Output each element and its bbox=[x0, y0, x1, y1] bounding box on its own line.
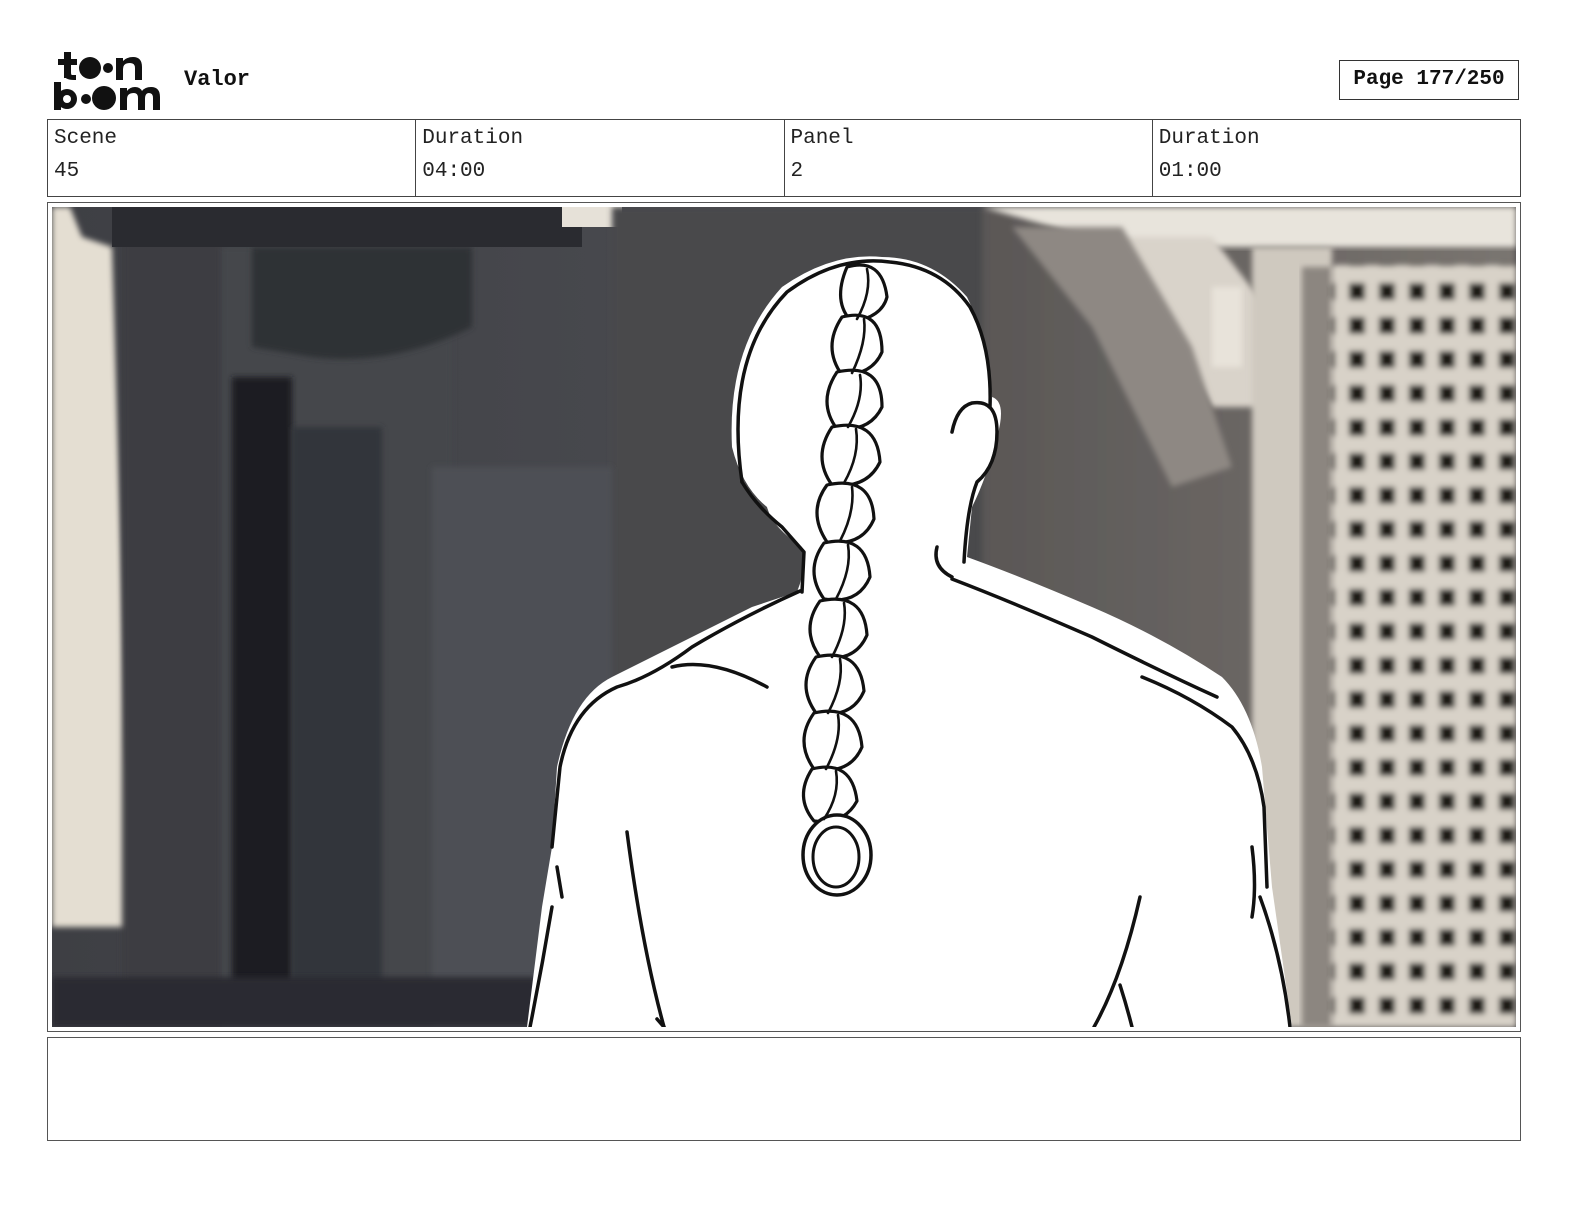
project-title: Valor bbox=[184, 67, 251, 92]
panel-info-table: Scene 45 Duration 04:00 Panel 2 Duration… bbox=[47, 119, 1521, 197]
panel-artwork bbox=[52, 207, 1516, 1027]
scene-label: Scene bbox=[54, 127, 118, 150]
panel-duration-value: 01:00 bbox=[1158, 160, 1222, 183]
toon-boom-logo bbox=[54, 52, 160, 110]
scene-duration-value: 04:00 bbox=[422, 160, 486, 183]
panel-cell: Panel 2 bbox=[785, 120, 1153, 196]
panel-drawing bbox=[52, 207, 1516, 1027]
page-indicator: Page 177/250 bbox=[1339, 60, 1519, 100]
scene-duration-label: Duration bbox=[422, 127, 524, 150]
panel-duration-label: Duration bbox=[1158, 127, 1260, 150]
scene-value: 45 bbox=[54, 160, 80, 183]
panel-label: Panel bbox=[790, 127, 854, 150]
scene-duration-cell: Duration 04:00 bbox=[416, 120, 785, 196]
storyboard-panel bbox=[47, 202, 1521, 1032]
panel-value: 2 bbox=[790, 160, 804, 183]
panel-notes bbox=[47, 1037, 1521, 1141]
panel-duration-cell: Duration 01:00 bbox=[1153, 120, 1520, 196]
scene-cell: Scene 45 bbox=[48, 120, 417, 196]
